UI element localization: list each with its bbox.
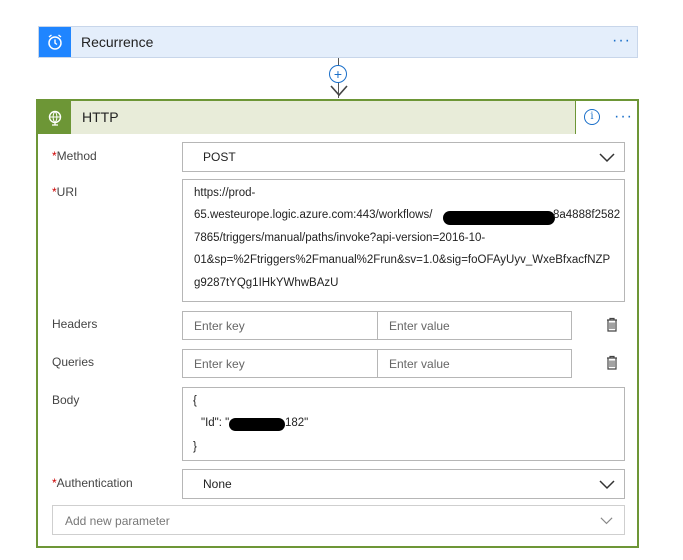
add-new-parameter-placeholder: Add new parameter: [65, 514, 170, 528]
method-label-text: Method: [56, 149, 97, 163]
recurrence-title: Recurrence: [81, 34, 154, 50]
body-open-brace: {: [193, 395, 197, 407]
uri-line: 7865/triggers/manual/paths/invoke?api-ve…: [194, 232, 486, 244]
chevron-down-icon: [600, 517, 613, 525]
body-value-tail: 182": [285, 417, 309, 429]
plus-icon: +: [333, 66, 343, 82]
body-close-brace: }: [193, 441, 197, 453]
delete-icon[interactable]: [604, 355, 620, 371]
queries-key-input[interactable]: Enter key: [182, 349, 378, 378]
header-actions: i ···: [575, 101, 637, 134]
authentication-select[interactable]: None: [182, 469, 625, 499]
headers-label: Headers: [52, 317, 98, 331]
uri-line: https://prod-: [194, 187, 256, 199]
method-label: *Method: [52, 149, 97, 163]
body-input[interactable]: { "Id": " 182" }: [182, 387, 625, 461]
delete-icon[interactable]: [604, 317, 620, 333]
chevron-down-icon: [599, 153, 615, 163]
uri-line: g9287tYQg1IHkYWhwBAzU: [194, 277, 339, 289]
add-new-parameter-dropdown[interactable]: Add new parameter: [52, 505, 625, 535]
recurrence-card[interactable]: Recurrence ···: [38, 26, 638, 58]
uri-line: 01&sp=%2Ftriggers%2Fmanual%2Frun&sv=1.0&…: [194, 254, 611, 266]
http-more-button[interactable]: ···: [614, 101, 633, 134]
method-select[interactable]: POST: [182, 142, 625, 172]
headers-key-placeholder: Enter key: [194, 319, 245, 333]
http-card-header[interactable]: HTTP i ···: [38, 101, 637, 134]
globe-icon: [38, 101, 71, 134]
queries-value-placeholder: Enter value: [389, 357, 450, 371]
headers-value-placeholder: Enter value: [389, 319, 450, 333]
uri-label-text: URI: [56, 185, 78, 199]
body-key: "Id": ": [201, 417, 230, 429]
headers-key-input[interactable]: Enter key: [182, 311, 378, 340]
redaction-mark: [443, 211, 555, 225]
chevron-down-icon: [599, 480, 615, 490]
uri-input[interactable]: https://prod- 65.westeurope.logic.azure.…: [182, 179, 625, 302]
info-icon[interactable]: i: [584, 109, 600, 125]
http-card-title: HTTP: [82, 109, 119, 125]
uri-line: 8a4888f2582: [553, 209, 621, 221]
queries-key-placeholder: Enter key: [194, 357, 245, 371]
authentication-label-text: Authentication: [56, 476, 133, 490]
queries-label: Queries: [52, 355, 95, 369]
headers-value-input[interactable]: Enter value: [377, 311, 572, 340]
add-step-button[interactable]: +: [329, 65, 347, 83]
recurrence-more-button[interactable]: ···: [612, 27, 631, 57]
queries-value-input[interactable]: Enter value: [377, 349, 572, 378]
method-value: POST: [203, 150, 236, 164]
alarm-clock-icon: [39, 27, 71, 57]
uri-label: *URI: [52, 185, 77, 199]
http-action-card: HTTP i ··· *Method POST *URI https://pro…: [36, 99, 639, 548]
arrow-down-icon: [330, 85, 348, 97]
authentication-value: None: [203, 477, 232, 491]
uri-line: 65.westeurope.logic.azure.com:443/workfl…: [194, 209, 433, 221]
body-label: Body: [52, 393, 80, 407]
authentication-label: *Authentication: [52, 476, 133, 490]
redaction-mark: [229, 418, 285, 431]
